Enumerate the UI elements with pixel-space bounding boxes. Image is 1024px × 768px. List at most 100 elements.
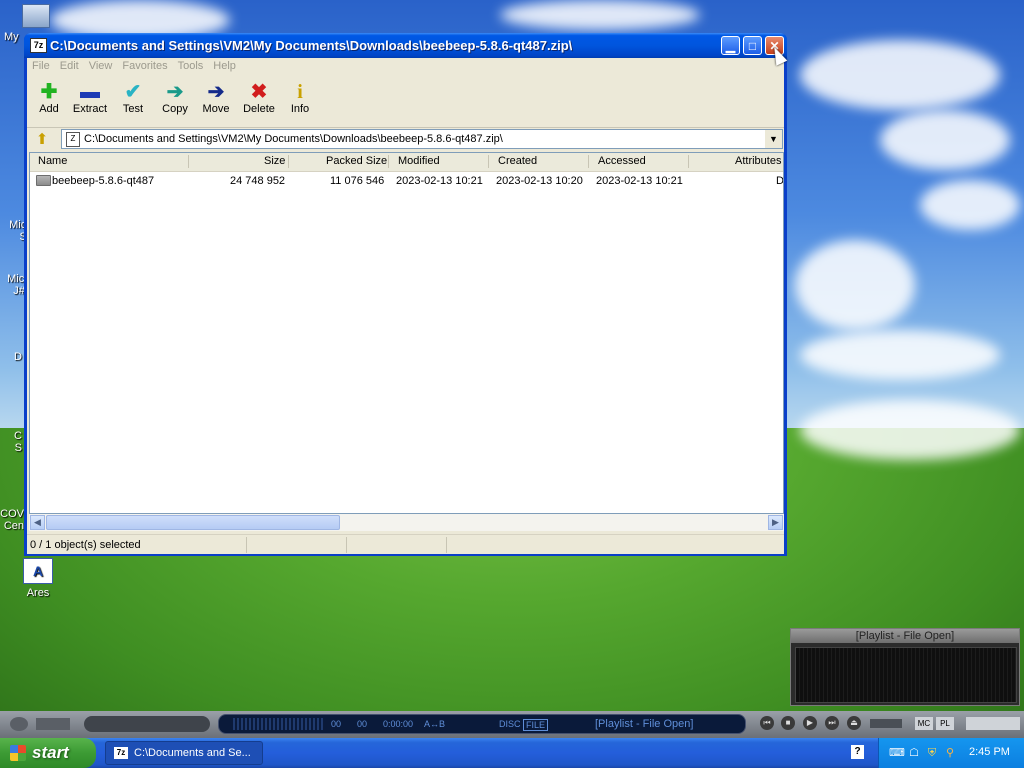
stop-button[interactable]: ■	[781, 716, 795, 730]
chevron-down-icon: ▼	[769, 134, 778, 144]
column-divider[interactable]	[688, 155, 689, 168]
status-bar: 0 / 1 object(s) selected	[27, 534, 784, 554]
maximize-icon: □	[748, 39, 757, 53]
play-button[interactable]: ▶	[803, 716, 817, 730]
add-label: Add	[39, 103, 59, 115]
playlist-body[interactable]	[795, 647, 1017, 703]
search-icon[interactable]: ⚲	[943, 746, 957, 760]
computer-icon	[22, 4, 50, 28]
column-divider[interactable]	[288, 155, 289, 168]
desktop-icon-partial[interactable]: C S	[0, 430, 22, 454]
plus-icon: ✚	[40, 81, 58, 103]
info-button[interactable]: i Info	[278, 81, 322, 115]
shield-icon[interactable]: ⛨	[925, 746, 939, 760]
address-bar: ⬆ Z C:\Documents and Settings\VM2\My Doc…	[27, 129, 784, 151]
menu-favorites[interactable]: Favorites	[117, 58, 172, 72]
address-dropdown-button[interactable]: ▼	[765, 130, 782, 148]
column-header-created[interactable]: Created	[498, 155, 537, 167]
menu-file[interactable]: File	[27, 58, 55, 72]
desktop-icon-partial[interactable]: D	[0, 351, 22, 363]
horizontal-scrollbar[interactable]: ◀ ▶	[29, 514, 784, 531]
row-size: 24 748 952	[230, 175, 286, 187]
address-combobox[interactable]: Z C:\Documents and Settings\VM2\My Docum…	[61, 129, 783, 149]
network-icon[interactable]: ☖	[907, 746, 921, 760]
table-row[interactable]: beebeep-5.8.6-qt487 24 748 952 11 076 54…	[30, 172, 783, 190]
column-divider[interactable]	[188, 155, 189, 168]
column-divider[interactable]	[588, 155, 589, 168]
desktop-icon-ares[interactable]: A Ares	[8, 558, 68, 599]
check-icon: ✔	[124, 81, 142, 103]
add-button[interactable]: ✚ Add	[27, 81, 71, 115]
time-elapsed: 0:00:00	[383, 719, 414, 729]
open-button[interactable]: ⏏	[847, 716, 861, 730]
test-button[interactable]: ✔ Test	[111, 81, 155, 115]
help-icon[interactable]: ?	[851, 745, 864, 759]
ab-repeat-toggle[interactable]: A↔B	[424, 719, 445, 729]
menu-view[interactable]: View	[84, 58, 118, 72]
taskbar-item-label: C:\Documents and Se...	[134, 747, 251, 759]
winamp-eq-buttons[interactable]	[84, 716, 210, 732]
pl-button[interactable]: PL	[936, 717, 954, 730]
delete-button[interactable]: ✖ Delete	[237, 81, 281, 115]
menu-tools[interactable]: Tools	[173, 58, 209, 72]
window-titlebar[interactable]: 7z C:\Documents and Settings\VM2\My Docu…	[24, 33, 787, 58]
start-label: start	[32, 743, 69, 762]
file-indicator[interactable]: FILE	[523, 719, 549, 731]
disc-indicator: DISC	[499, 719, 521, 729]
desktop-cloud	[880, 110, 1010, 170]
menu-help[interactable]: Help	[208, 58, 241, 72]
desktop-icon-partial[interactable]: COV Cen	[0, 508, 24, 532]
window-title: C:\Documents and Settings\VM2\My Documen…	[50, 38, 573, 53]
previous-button[interactable]: ⏮	[760, 716, 774, 730]
column-divider[interactable]	[388, 155, 389, 168]
maximize-button[interactable]: □	[743, 36, 762, 55]
clock[interactable]: 2:45 PM	[969, 746, 1010, 758]
playlist-titlebar[interactable]: [Playlist - File Open]	[791, 629, 1019, 643]
system-tray: ⌨ ☖ ⛨ ⚲ 2:45 PM	[878, 738, 1024, 768]
scroll-left-button[interactable]: ◀	[30, 515, 45, 530]
volume-slider[interactable]	[870, 719, 902, 728]
column-header-modified[interactable]: Modified	[398, 155, 440, 167]
toolbar: ✚ Add ▬ Extract ✔ Test ➔ Copy ➔ Move ✖ D…	[27, 77, 784, 128]
now-playing-title: [Playlist - File Open]	[595, 718, 694, 730]
info-icon: i	[297, 81, 303, 103]
desktop-cloud	[500, 0, 700, 30]
desktop-icon-label: COV Cen	[0, 508, 24, 532]
taskbar-item-7zip[interactable]: 7z C:\Documents and Se...	[105, 741, 263, 765]
folder-icon	[36, 175, 51, 186]
column-header-size[interactable]: Size	[264, 155, 285, 167]
move-button[interactable]: ➔ Move	[194, 81, 238, 115]
taskbar: start 7z C:\Documents and Se... ? ⌨ ☖ ⛨ …	[0, 738, 1024, 768]
move-label: Move	[202, 103, 230, 115]
copy-button[interactable]: ➔ Copy	[153, 81, 197, 115]
scroll-right-button[interactable]: ▶	[768, 515, 783, 530]
delete-x-icon: ✖	[250, 81, 268, 103]
file-list[interactable]: Name Size Packed Size Modified Created A…	[29, 152, 784, 514]
desktop-cloud	[920, 180, 1020, 230]
app-7zip-icon[interactable]: 7z	[30, 38, 47, 53]
column-header-attributes[interactable]: Attributes	[735, 155, 781, 167]
start-button[interactable]: start	[0, 738, 96, 768]
extract-button[interactable]: ▬ Extract	[68, 81, 112, 115]
info-label: Info	[290, 103, 310, 115]
copy-arrow-icon: ➔	[166, 81, 184, 103]
column-header-packed-size[interactable]: Packed Size	[326, 155, 387, 167]
column-header-accessed[interactable]: Accessed	[598, 155, 646, 167]
column-divider[interactable]	[488, 155, 489, 168]
winamp-option-buttons[interactable]	[36, 718, 70, 730]
up-folder-button[interactable]: ⬆	[33, 131, 51, 149]
winamp-playlist-window: [Playlist - File Open]	[790, 628, 1020, 706]
up-arrow-icon: ⬆	[35, 131, 49, 148]
menu-edit[interactable]: Edit	[55, 58, 84, 72]
app-7zip-icon: 7z	[114, 747, 128, 759]
scroll-thumb[interactable]	[46, 515, 340, 530]
test-label: Test	[122, 103, 144, 115]
zip-archive-icon: Z	[66, 132, 80, 147]
keyboard-icon[interactable]: ⌨	[889, 746, 905, 760]
desktop-icon-label: Ares	[26, 587, 50, 599]
minimize-button[interactable]: ▁	[721, 36, 740, 55]
column-header-name[interactable]: Name	[38, 155, 67, 167]
mc-button[interactable]: MC	[915, 717, 933, 730]
next-button[interactable]: ⏭	[825, 716, 839, 730]
winamp-window-buttons[interactable]	[966, 717, 1020, 730]
